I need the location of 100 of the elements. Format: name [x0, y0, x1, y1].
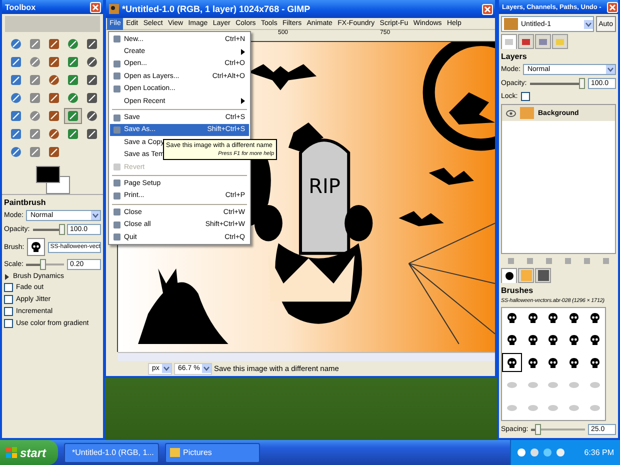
skull-icon — [547, 334, 560, 346]
layers-title: Layers — [501, 52, 527, 61]
task-icon — [170, 448, 180, 458]
close-button[interactable] — [90, 2, 101, 12]
smoke-brush-icon — [568, 404, 580, 412]
tool-icon — [67, 74, 79, 86]
slider-handle[interactable] — [40, 259, 46, 270]
slider-handle[interactable] — [534, 424, 541, 435]
tool-icon — [29, 110, 41, 122]
skull-icon — [589, 312, 602, 324]
checkbox[interactable] — [4, 295, 13, 304]
tool-icon — [10, 38, 22, 50]
foreground-color-swatch[interactable] — [36, 166, 60, 183]
bat-silhouette — [428, 168, 474, 185]
skull-icon — [568, 356, 580, 369]
slider-handle[interactable] — [59, 224, 66, 235]
close-button[interactable] — [607, 2, 618, 12]
tool-icon — [48, 110, 60, 122]
tool-icon — [29, 128, 41, 140]
skull-icon — [589, 356, 602, 369]
skull-icon — [568, 312, 580, 324]
bat-silhouette — [398, 211, 444, 226]
tool-icon — [10, 92, 22, 104]
close-icon — [609, 4, 616, 10]
lock-checkbox[interactable] — [520, 92, 530, 101]
tool-icon — [67, 92, 79, 104]
tool-icon — [10, 146, 22, 158]
tool-icon — [29, 38, 41, 50]
smoke-brush-icon — [568, 381, 580, 390]
tool-icon — [48, 56, 60, 68]
tool-icon — [10, 74, 22, 86]
tool-icon — [86, 56, 98, 68]
smoke-brush-icon — [506, 404, 518, 412]
tool-icon — [86, 128, 98, 140]
clock: 6:36 PM — [584, 448, 614, 457]
tab-icon — [504, 270, 514, 282]
tool-icon — [67, 110, 79, 122]
skull-icon — [547, 312, 560, 324]
smoke-brush-icon — [589, 381, 602, 390]
dropdown-arrow-icon — [91, 211, 100, 220]
slider-handle[interactable] — [579, 78, 586, 89]
tool-icon — [48, 38, 60, 50]
tool-icon — [67, 56, 79, 68]
tab-icon — [538, 270, 548, 281]
dropdown-arrow-icon — [584, 20, 593, 28]
tool-icon — [48, 92, 60, 104]
dropdown-arrow-icon — [606, 65, 615, 74]
submenu-arrow-icon — [241, 98, 245, 104]
close-icon — [92, 4, 99, 10]
skull-icon — [526, 356, 539, 369]
smoke-brush-icon — [526, 381, 539, 390]
tool-icon — [48, 128, 60, 140]
tool-icon — [67, 128, 79, 140]
taskbar-button[interactable]: *Untitled-1.0 (RGB, 1... — [64, 442, 159, 462]
skull-icon — [526, 312, 539, 324]
tool-icon — [67, 38, 79, 50]
tool-icon — [48, 74, 60, 86]
dropdown-arrow-icon — [202, 364, 211, 373]
tool-icon — [86, 38, 98, 50]
brush-item[interactable] — [502, 353, 522, 372]
witch-silhouette — [448, 92, 495, 125]
smoke-brush-icon — [589, 404, 602, 412]
expander-arrow-icon — [4, 274, 10, 280]
dropdown-arrow-icon — [162, 364, 171, 373]
skull-icon — [547, 356, 560, 369]
skull-icon — [30, 241, 42, 253]
brushes-title: Brushes — [501, 286, 534, 295]
app-icon — [109, 4, 119, 14]
tool-icon — [29, 146, 41, 158]
eye-icon[interactable] — [506, 110, 516, 116]
tool-icon — [86, 110, 98, 122]
tool-icon — [10, 128, 22, 140]
tool-button[interactable] — [64, 108, 82, 124]
start-button[interactable]: start — [0, 440, 58, 465]
skull-icon — [568, 334, 580, 346]
skull-icon — [506, 356, 518, 369]
tool-icon — [10, 56, 22, 68]
slider[interactable] — [531, 424, 585, 435]
tool-icon — [29, 74, 41, 86]
image-thumbnail — [504, 18, 518, 30]
checkbox[interactable] — [4, 283, 13, 292]
dock-tab[interactable] — [501, 268, 517, 283]
tool-icon — [10, 110, 22, 122]
slider[interactable] — [32, 224, 64, 235]
smoke-brush-icon — [547, 404, 560, 412]
smoke-brush-icon — [547, 381, 560, 390]
checkbox[interactable] — [4, 319, 13, 328]
tool-options-title: Paintbrush — [4, 198, 46, 207]
tombstone-text: RIP — [308, 174, 340, 198]
brush-preview[interactable] — [27, 238, 46, 256]
tool-icon — [86, 74, 98, 86]
smoke-brush-icon — [506, 381, 518, 390]
taskbar-button[interactable]: Pictures — [165, 442, 260, 462]
close-icon — [484, 6, 491, 12]
checkbox[interactable] — [4, 307, 13, 316]
tool-icon — [29, 92, 41, 104]
horizontal-scrollbar[interactable] — [118, 352, 495, 361]
bat-silhouette — [248, 64, 317, 90]
tool-icon — [29, 56, 41, 68]
close-button[interactable] — [482, 4, 493, 14]
